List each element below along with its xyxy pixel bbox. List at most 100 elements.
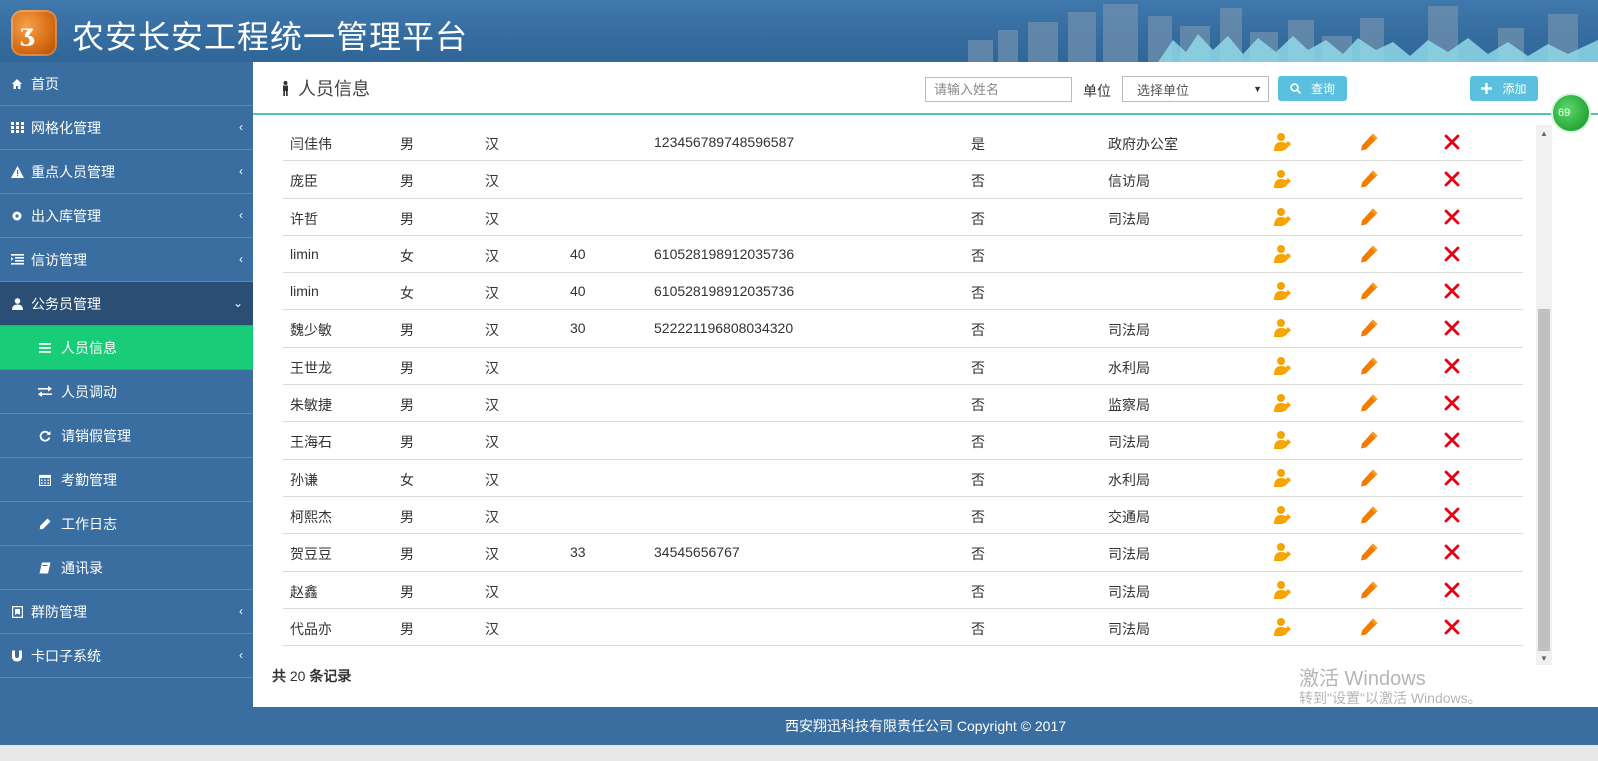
cell-name: 王海石 [290, 434, 332, 451]
scroll-up-icon[interactable]: ▲ [1540, 129, 1548, 138]
add-button[interactable]: 添加 [1470, 76, 1538, 101]
scrollbar-thumb[interactable] [1538, 309, 1550, 651]
delete-icon[interactable] [1442, 132, 1462, 152]
scroll-down-icon[interactable]: ▼ [1540, 654, 1548, 663]
person-edit-icon[interactable] [1273, 244, 1293, 264]
table-row: 赵鑫 男 汉 否 司法局 [283, 572, 1523, 609]
sidebar-subitem-transfer[interactable]: 人员调动 [0, 370, 253, 414]
cell-nation: 汉 [485, 247, 499, 264]
table-scrollbar[interactable]: ▲ ▼ [1536, 125, 1552, 665]
chevron-left-icon: ‹ [239, 208, 243, 222]
pencil-icon[interactable] [1359, 281, 1379, 301]
windows-activation-hint: 转到"设置"以激活 Windows。 [1299, 690, 1482, 706]
person-edit-icon[interactable] [1273, 542, 1293, 562]
person-edit-icon[interactable] [1273, 207, 1293, 227]
cell-name: limin [290, 283, 319, 300]
cell-name: 庞臣 [290, 173, 318, 190]
footer: 西安翔迅科技有限责任公司 Copyright © 2017 [253, 707, 1598, 745]
cell-nation: 汉 [485, 210, 499, 227]
grid-icon [9, 120, 25, 136]
person-edit-icon[interactable] [1273, 356, 1293, 376]
delete-icon[interactable] [1442, 318, 1462, 338]
person-edit-icon[interactable] [1273, 505, 1293, 525]
delete-icon[interactable] [1442, 356, 1462, 376]
query-button[interactable]: 查询 [1278, 76, 1347, 101]
person-edit-icon[interactable] [1273, 132, 1293, 152]
cell-unit: 水利局 [1108, 359, 1150, 376]
delete-icon[interactable] [1442, 580, 1462, 600]
cell-flag: 否 [971, 471, 985, 488]
pencil-icon[interactable] [1359, 505, 1379, 525]
unit-select[interactable]: 选择单位 ▼ [1122, 76, 1269, 102]
sidebar-item-home[interactable]: 首页 [0, 62, 253, 106]
person-edit-icon[interactable] [1273, 281, 1293, 301]
cell-age: 40 [570, 283, 586, 300]
delete-icon[interactable] [1442, 393, 1462, 413]
sidebar-subitem-label: 人员信息 [61, 339, 117, 356]
cell-flag: 否 [971, 359, 985, 376]
delete-icon[interactable] [1442, 542, 1462, 562]
menu-icon [37, 340, 53, 356]
calendar-icon [37, 472, 53, 488]
delete-icon[interactable] [1442, 430, 1462, 450]
cell-id-number: 610528198912035736 [654, 245, 795, 262]
sidebar-item-group-defense[interactable]: 群防管理 ‹ [0, 590, 253, 634]
delete-icon[interactable] [1442, 244, 1462, 264]
cell-sex: 男 [400, 434, 414, 451]
warning-icon [9, 164, 25, 180]
sidebar-item-petition[interactable]: 信访管理 ‹ [0, 238, 253, 282]
pencil-icon[interactable] [1359, 468, 1379, 488]
cell-id-number: 522221196808034320 [654, 320, 794, 337]
cell-nation: 汉 [485, 508, 499, 525]
sidebar-item-warehouse[interactable]: 出入库管理 ‹ [0, 194, 253, 238]
delete-icon[interactable] [1442, 169, 1462, 189]
person-edit-icon[interactable] [1273, 169, 1293, 189]
delete-icon[interactable] [1442, 207, 1462, 227]
pencil-icon[interactable] [1359, 318, 1379, 338]
table-row: 庞臣 男 汉 否 信访局 [283, 161, 1523, 199]
pencil-icon[interactable] [1359, 542, 1379, 562]
floating-badge[interactable]: 69 [1551, 93, 1591, 133]
delete-icon[interactable] [1442, 281, 1462, 301]
person-edit-icon[interactable] [1273, 318, 1293, 338]
pencil-icon[interactable] [1359, 356, 1379, 376]
home-icon [9, 76, 25, 92]
cell-name: 柯熙杰 [290, 508, 332, 525]
panel-header: 人员信息 单位 选择单位 ▼ 查询 添加 [253, 62, 1598, 115]
sidebar-item-key-persons[interactable]: 重点人员管理 ‹ [0, 150, 253, 194]
delete-icon[interactable] [1442, 505, 1462, 525]
person-edit-icon[interactable] [1273, 580, 1293, 600]
skyline-decoration [968, 4, 1598, 62]
sidebar-item-checkpoint[interactable]: 卡口子系统 ‹ [0, 634, 253, 678]
exchange-icon [37, 384, 53, 400]
delete-icon[interactable] [1442, 617, 1462, 637]
cell-sex: 男 [400, 583, 414, 600]
sidebar-item-civil-servants[interactable]: 公务员管理 ⌄ [0, 282, 253, 326]
shield-icon [9, 604, 25, 620]
sidebar-item-label: 卡口子系统 [31, 647, 101, 664]
delete-icon[interactable] [1442, 468, 1462, 488]
person-edit-icon[interactable] [1273, 430, 1293, 450]
pencil-icon[interactable] [1359, 430, 1379, 450]
sidebar-subitem-worklog[interactable]: 工作日志 [0, 502, 253, 546]
person-edit-icon[interactable] [1273, 617, 1293, 637]
pencil-icon[interactable] [1359, 169, 1379, 189]
pencil-icon[interactable] [1359, 132, 1379, 152]
person-edit-icon[interactable] [1273, 468, 1293, 488]
cell-sex: 男 [400, 322, 414, 339]
pencil-icon[interactable] [1359, 244, 1379, 264]
add-button-label: 添加 [1502, 82, 1527, 96]
sidebar-item-grid[interactable]: 网格化管理 ‹ [0, 106, 253, 150]
cell-name: 贺豆豆 [290, 546, 332, 563]
sidebar-subitem-leave[interactable]: 请销假管理 [0, 414, 253, 458]
pencil-icon[interactable] [1359, 207, 1379, 227]
person-edit-icon[interactable] [1273, 393, 1293, 413]
name-search-input[interactable] [925, 77, 1072, 102]
sidebar-subitem-attendance[interactable]: 考勤管理 [0, 458, 253, 502]
sidebar-subitem-contacts[interactable]: 通讯录 [0, 546, 253, 590]
table-row: 孙谦 女 汉 否 水利局 [283, 460, 1523, 497]
sidebar-subitem-personnel-info[interactable]: 人员信息 [0, 326, 253, 370]
pencil-icon[interactable] [1359, 617, 1379, 637]
pencil-icon[interactable] [1359, 580, 1379, 600]
pencil-icon[interactable] [1359, 393, 1379, 413]
